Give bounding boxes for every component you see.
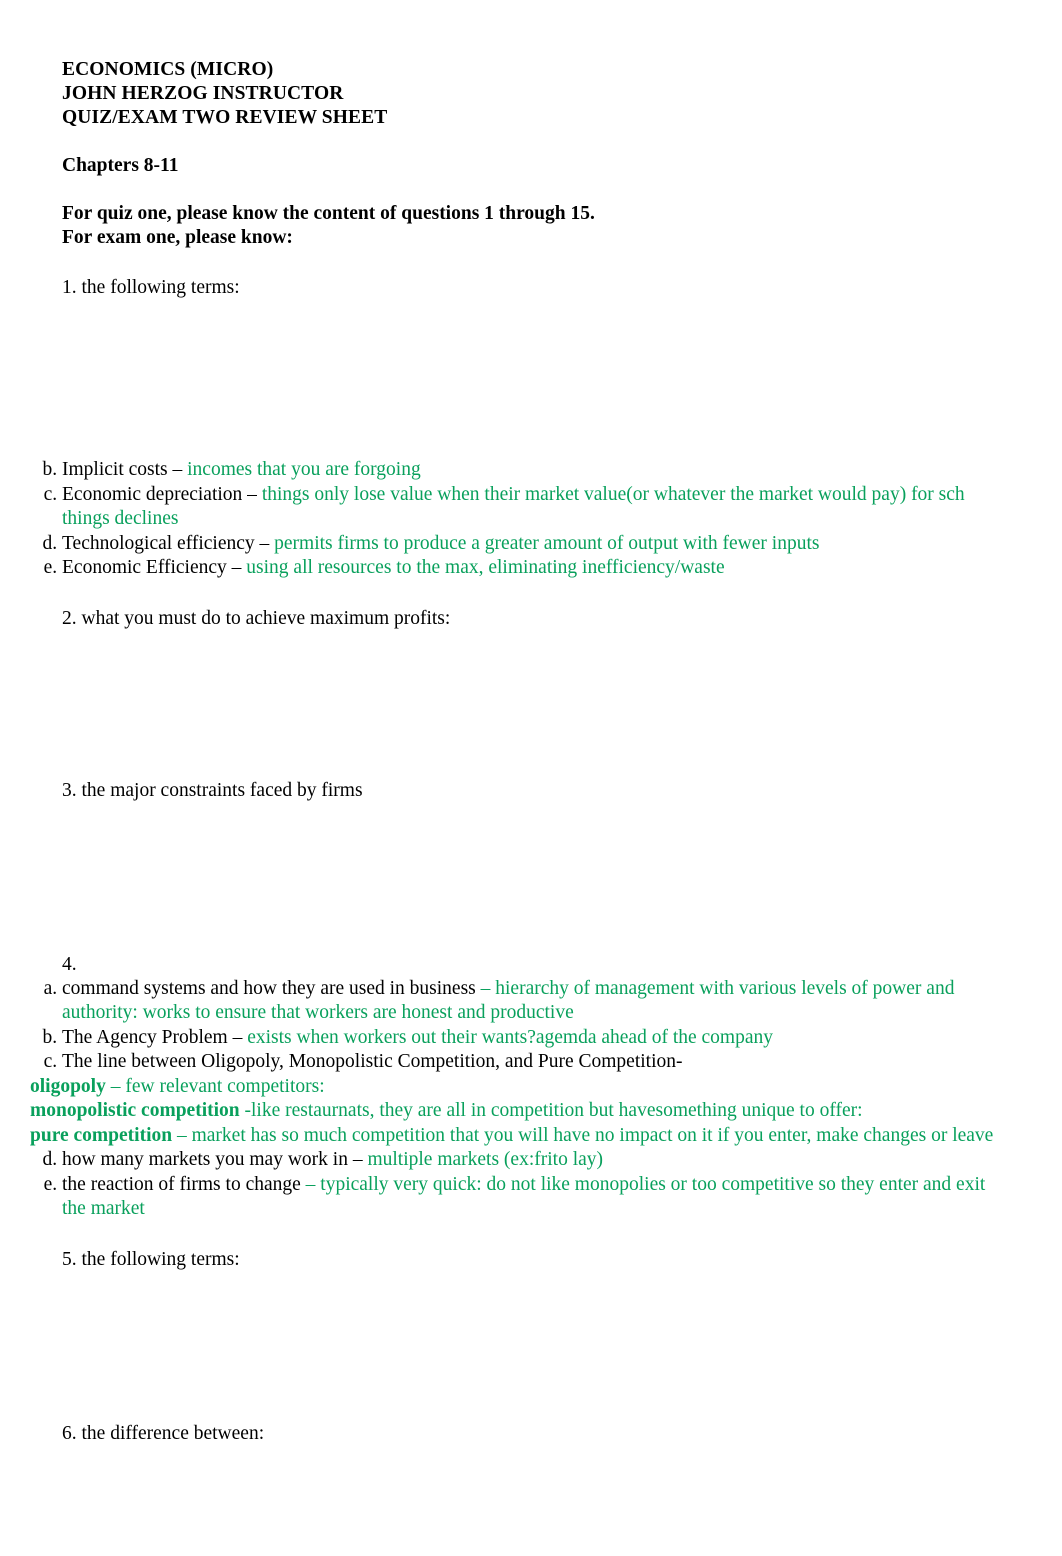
question-5-prompt: 5. the following terms: <box>62 1248 240 1270</box>
term-label: how many markets you may work in – <box>62 1149 368 1170</box>
list-item: Technological efficiency – permits firms… <box>62 532 1002 557</box>
list-item: Economic depreciation – things only lose… <box>62 483 1002 532</box>
quiz-instruction: For quiz one, please know the content of… <box>62 203 595 224</box>
question-1-prompt: 1. the following terms: <box>62 277 240 298</box>
question-2-prompt: 2. what you must do to achieve maximum p… <box>62 607 451 629</box>
list-item: the reaction of firms to change – typica… <box>62 1173 1002 1222</box>
list-item: The Agency Problem – exists when workers… <box>62 1026 1002 1051</box>
question-4-prompt: 4. <box>62 953 77 975</box>
term-label: command systems and how they are used in… <box>62 977 481 999</box>
list-item: how many markets you may work in – multi… <box>62 1148 1002 1173</box>
question-6-prompt: 6. the difference between: <box>62 1422 265 1444</box>
answer-space-q2 <box>62 631 1002 779</box>
answer-space-q5 <box>62 1272 1002 1422</box>
term-label-bold: pure competition <box>30 1124 173 1146</box>
list-item: Implicit costs – incomes that you are fo… <box>62 458 1002 483</box>
answer-text: multiple markets (ex:frito lay) <box>367 1149 604 1170</box>
term-label: Technological efficiency – <box>62 532 275 554</box>
answer-space-q1 <box>62 300 1002 458</box>
spacer-before-q1 <box>62 250 1002 276</box>
answer-text: – market has so much competition that yo… <box>172 1124 994 1146</box>
market-structure-pure-competition: pure competition – market has so much co… <box>30 1124 1002 1149</box>
term-label: The Agency Problem – <box>62 1026 248 1048</box>
exam-instruction: For exam one, please know: <box>62 227 293 248</box>
answer-text: using all resources to the max, eliminat… <box>246 557 725 578</box>
spacer-before-q2 <box>62 581 1002 607</box>
question-1-list: Implicit costs – incomes that you are fo… <box>62 458 1002 581</box>
market-structure-oligopoly: oligopoly – few relevant competitors: <box>30 1075 1002 1100</box>
term-label: The line between Oligopoly, Monopolistic… <box>62 1051 683 1072</box>
header-line-course: ECONOMICS (MICRO) <box>62 59 274 80</box>
term-label: Economic Efficiency – <box>62 557 247 578</box>
spacer-before-q5 <box>62 1222 1002 1248</box>
spacer-after-chapters <box>62 178 1002 202</box>
answer-text: exists when workers out their wants?agem… <box>247 1026 774 1048</box>
term-label-bold: monopolistic competition <box>30 1100 240 1121</box>
answer-text: incomes that you are forgoing <box>187 459 421 480</box>
term-label-bold: oligopoly <box>30 1075 106 1097</box>
spacer-after-header <box>62 130 1002 154</box>
list-item: The line between Oligopoly, Monopolistic… <box>30 1050 1002 1148</box>
list-item: command systems and how they are used in… <box>62 977 1002 1026</box>
term-label: Implicit costs – <box>62 459 188 480</box>
answer-text: permits firms to produce a greater amoun… <box>274 532 820 554</box>
answer-space-q3 <box>62 803 1002 953</box>
question-4-list: command systems and how they are used in… <box>30 977 1002 1222</box>
term-label: the reaction of firms to change <box>62 1173 306 1195</box>
header-line-instructor: JOHN HERZOG INSTRUCTOR <box>62 83 344 104</box>
list-item: Economic Efficiency – using all resource… <box>62 556 1002 581</box>
document-header: ECONOMICS (MICRO) JOHN HERZOG INSTRUCTOR… <box>62 58 1002 130</box>
term-label: Economic depreciation – <box>62 483 262 505</box>
question-3-prompt: 3. the major constraints faced by firms <box>62 779 363 801</box>
answer-text: – few relevant competitors: <box>105 1075 325 1097</box>
document-body: ECONOMICS (MICRO) JOHN HERZOG INSTRUCTOR… <box>30 58 1002 1446</box>
chapters-line: Chapters 8-11 <box>62 155 179 176</box>
header-line-sheet-title: QUIZ/EXAM TWO REVIEW SHEET <box>62 107 388 128</box>
market-structure-monopolistic-competition: monopolistic competition -like restaurna… <box>30 1099 1002 1124</box>
answer-text: -like restaurnats, they are all in compe… <box>239 1100 863 1121</box>
document-page: ECONOMICS (MICRO) JOHN HERZOG INSTRUCTOR… <box>0 0 1062 1556</box>
